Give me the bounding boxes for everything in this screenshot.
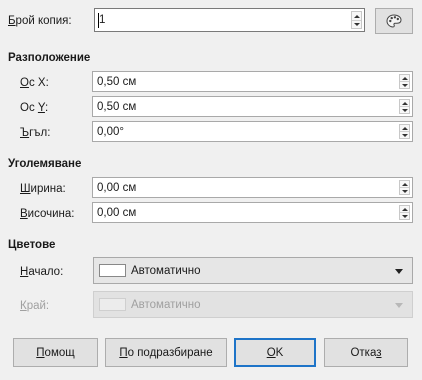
width-value[interactable]: 0,00 см — [97, 181, 136, 195]
spin-down-arrow-icon[interactable] — [400, 82, 409, 88]
y-axis-value[interactable]: 0,50 см — [97, 100, 136, 114]
help-button[interactable]: Помощ — [13, 338, 98, 367]
start-color-label: Начало: — [20, 266, 64, 278]
spin-down-arrow-icon[interactable] — [400, 213, 409, 219]
enlargement-heading: Уголемяване — [8, 158, 82, 170]
x-axis-label: Ос X: — [20, 77, 49, 89]
height-value[interactable]: 0,00 см — [97, 206, 136, 220]
palette-icon — [386, 14, 402, 28]
copies-value[interactable]: 1 — [99, 13, 105, 27]
width-spinbox[interactable]: 0,00 см — [92, 177, 413, 198]
cancel-button[interactable]: Отказ — [324, 338, 408, 367]
copies-label: Брой копия: — [8, 15, 72, 27]
spin-up-arrow-icon[interactable] — [400, 100, 409, 107]
height-label: Височина: — [20, 208, 75, 220]
height-spin-arrows[interactable] — [399, 205, 410, 220]
width-label: Ширина: — [20, 183, 66, 195]
spin-up-arrow-icon[interactable] — [400, 206, 409, 213]
color-swatch — [99, 264, 126, 277]
x-axis-spinbox[interactable]: 0,50 см — [92, 71, 413, 92]
y-axis-label: Ос Y: — [20, 102, 49, 114]
ok-button[interactable]: OK — [234, 338, 316, 367]
spin-up-arrow-icon[interactable] — [400, 75, 409, 82]
copies-spinbox[interactable]: 1 — [94, 8, 365, 32]
text-cursor — [98, 13, 99, 28]
copies-spin-arrows[interactable] — [351, 11, 362, 29]
x-axis-value[interactable]: 0,50 см — [97, 75, 136, 89]
spin-down-arrow-icon[interactable] — [400, 132, 409, 138]
y-axis-spin-arrows[interactable] — [399, 99, 410, 114]
chevron-down-icon[interactable] — [395, 269, 403, 274]
start-color-dropdown[interactable]: Автоматично — [93, 257, 413, 284]
spin-down-arrow-icon[interactable] — [400, 188, 409, 194]
x-axis-spin-arrows[interactable] — [399, 74, 410, 89]
colors-heading: Цветове — [8, 239, 56, 251]
start-color-value: Автоматично — [131, 265, 201, 277]
angle-value[interactable]: 0,00° — [97, 125, 124, 139]
width-spin-arrows[interactable] — [399, 180, 410, 195]
defaults-button[interactable]: По подразбиране — [105, 338, 227, 367]
spin-up-arrow-icon[interactable] — [400, 125, 409, 132]
placement-heading: Разположение — [8, 52, 91, 64]
chevron-down-icon — [395, 303, 403, 308]
end-color-dropdown: Автоматично — [93, 291, 413, 318]
spin-down-arrow-icon[interactable] — [352, 20, 361, 28]
spin-down-arrow-icon[interactable] — [400, 107, 409, 113]
color-picker-button[interactable] — [375, 8, 413, 34]
angle-label: Ъгъл: — [20, 127, 51, 139]
color-swatch — [99, 298, 126, 311]
angle-spin-arrows[interactable] — [399, 124, 410, 139]
y-axis-spinbox[interactable]: 0,50 см — [92, 96, 413, 117]
spin-up-arrow-icon[interactable] — [400, 181, 409, 188]
end-color-value: Автоматично — [131, 299, 201, 311]
end-color-label: Край: — [20, 300, 50, 312]
height-spinbox[interactable]: 0,00 см — [92, 202, 413, 223]
angle-spinbox[interactable]: 0,00° — [92, 121, 413, 142]
